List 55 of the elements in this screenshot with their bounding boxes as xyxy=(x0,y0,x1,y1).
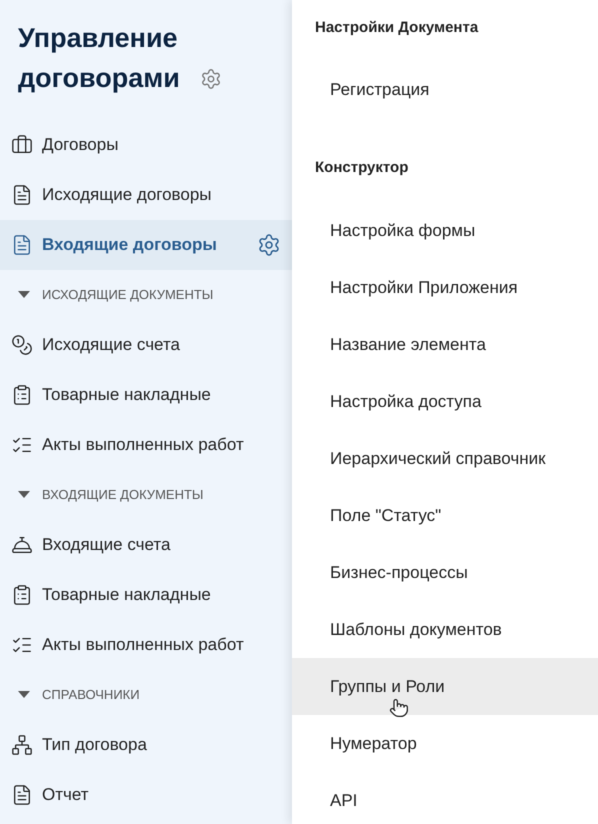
sidebar-item[interactable]: Акты выполненных работ xyxy=(0,420,292,470)
menu-heading: Настройки Документа xyxy=(314,18,480,38)
collapse-caret-icon[interactable] xyxy=(18,291,30,299)
menu-item[interactable]: Регистрация xyxy=(292,61,598,118)
hierarchy-icon xyxy=(11,734,33,756)
settings-icon[interactable] xyxy=(200,68,222,90)
item-label: Договоры xyxy=(42,134,118,156)
menu-item[interactable]: Настройки Приложения xyxy=(292,259,598,316)
menu-item[interactable]: Название элемента xyxy=(292,316,598,373)
item-label: Исходящие договоры xyxy=(42,184,212,206)
item-label: Тип договора xyxy=(42,734,147,756)
document-icon xyxy=(11,234,33,256)
item-label: Входящие договоры xyxy=(42,234,217,256)
sidebar-item[interactable]: Акты выполненных работ xyxy=(0,620,292,670)
menu-item[interactable]: Настройка доступа xyxy=(292,373,598,430)
sidebar-item[interactable]: Входящие счета xyxy=(0,520,292,570)
briefcase-icon xyxy=(11,134,33,156)
sidebar-item[interactable]: Товарные накладные xyxy=(0,370,292,420)
sidebar-item[interactable]: Товарные накладные xyxy=(0,570,292,620)
item-label: Акты выполненных работ xyxy=(42,434,244,456)
settings-icon[interactable] xyxy=(257,233,281,257)
coins-icon xyxy=(11,334,33,356)
menu-heading: Конструктор xyxy=(314,158,410,178)
bell-icon xyxy=(11,534,33,556)
clipboard-icon xyxy=(11,384,33,406)
item-label: Акты выполненных работ xyxy=(42,634,244,656)
section-heading: ВХОДЯЩИЕ ДОКУМЕНТЫ xyxy=(42,486,204,504)
item-label: Входящие счета xyxy=(42,534,170,556)
document-icon xyxy=(11,784,33,806)
item-label: Отчет xyxy=(42,784,89,806)
sidebar-item[interactable]: Тип договора xyxy=(0,720,292,770)
menu-item[interactable]: Иерархический справочник xyxy=(292,430,598,487)
collapse-caret-icon[interactable] xyxy=(18,491,30,499)
menu-item[interactable]: Бизнес-процессы xyxy=(292,544,598,601)
sidebar-item[interactable]: Исходящие счета xyxy=(0,320,292,370)
document-icon xyxy=(11,184,33,206)
app-title: Управление договорами xyxy=(18,22,181,95)
item-label: Товарные накладные xyxy=(42,584,211,606)
sidebar-item[interactable]: Отчет xyxy=(0,770,292,820)
section-heading: СПРАВОЧНИКИ xyxy=(42,686,140,704)
menu-item[interactable]: Нумератор xyxy=(292,715,598,772)
menu-item[interactable]: Поле "Статус" xyxy=(292,487,598,544)
section-heading: ИСХОДЯЩИЕ ДОКУМЕНТЫ xyxy=(42,286,214,304)
menu-item[interactable]: Группы и Роли xyxy=(292,658,598,715)
hand-cursor-icon xyxy=(389,698,409,718)
sidebar-item[interactable]: Входящие договоры xyxy=(0,220,292,270)
menu-item[interactable]: API xyxy=(292,772,598,824)
collapse-caret-icon[interactable] xyxy=(18,691,30,699)
sidebar-item[interactable]: Договоры xyxy=(0,120,292,170)
menu-item[interactable]: Шаблоны документов xyxy=(292,601,598,658)
sidebar-item[interactable]: Исходящие договоры xyxy=(0,170,292,220)
item-label: Товарные накладные xyxy=(42,384,211,406)
menu-item[interactable]: Настройка формы xyxy=(292,202,598,259)
clipboard-icon xyxy=(11,584,33,606)
item-label: Исходящие счета xyxy=(42,334,180,356)
